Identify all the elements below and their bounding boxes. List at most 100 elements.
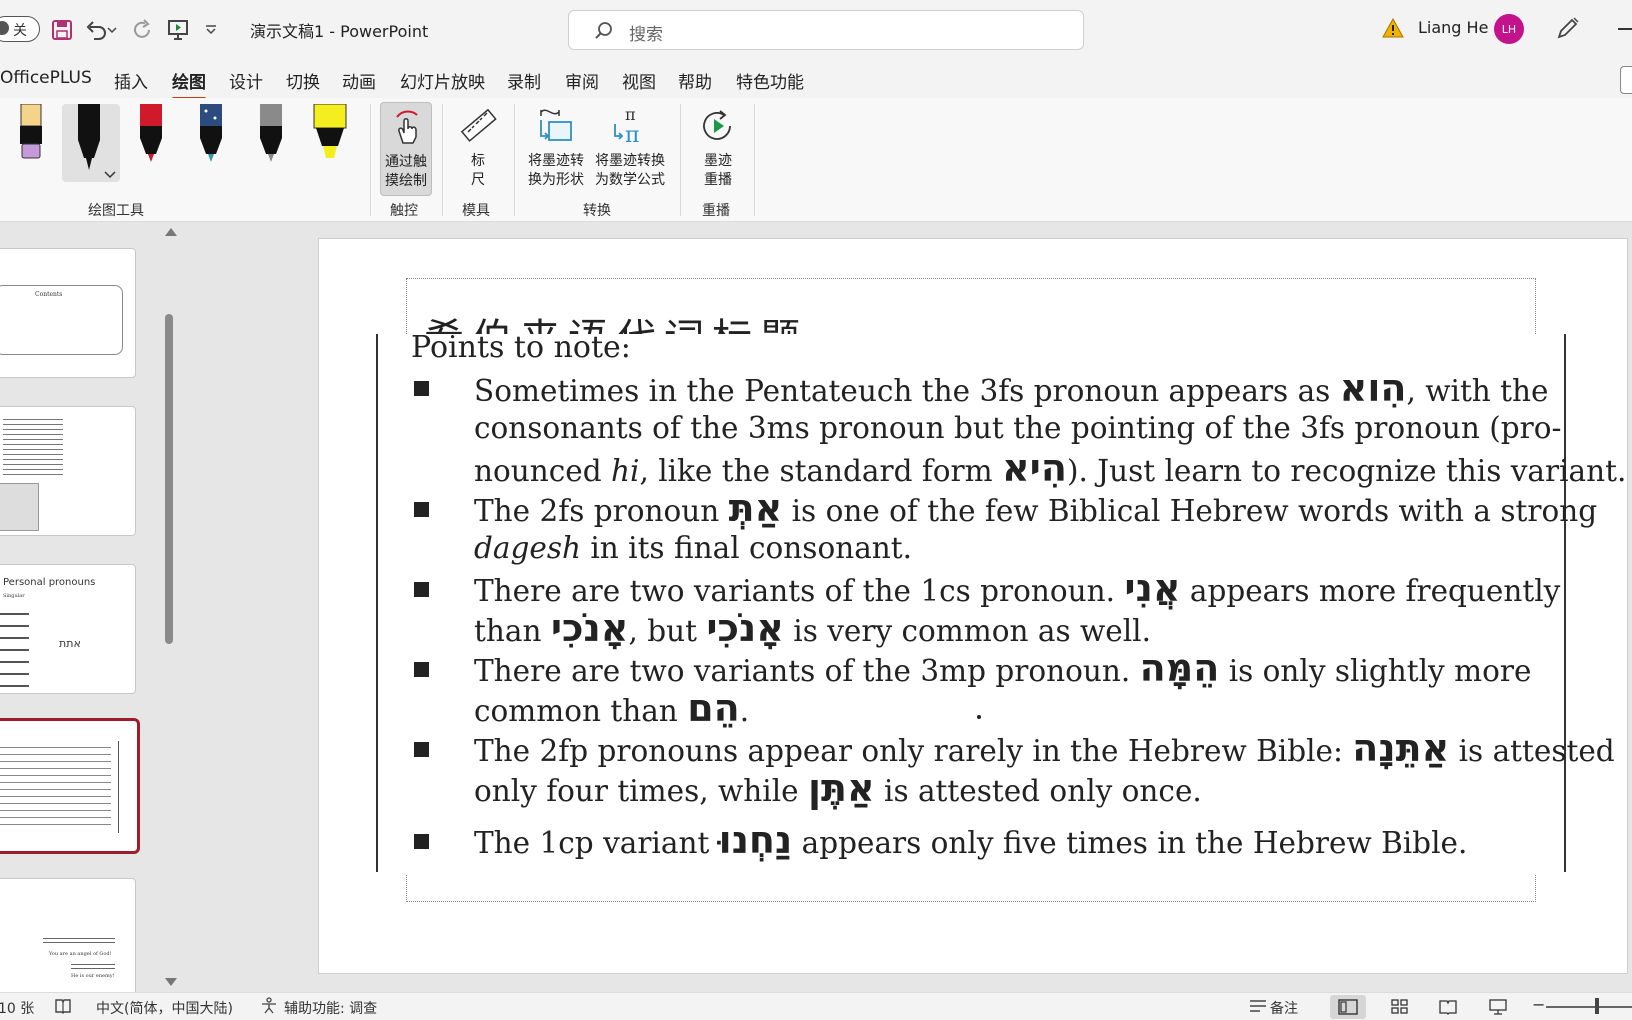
avatar[interactable]: LH <box>1494 14 1524 44</box>
thumb-caption: You are an angel of God! <box>49 951 112 957</box>
ink-to-shape-button[interactable]: 将墨迹转 换为形状 <box>522 104 590 192</box>
ink-to-shape-label-1: 将墨迹转 <box>528 153 584 169</box>
spell-check-icon[interactable] <box>54 997 72 1019</box>
slide-thumbnail-4-selected[interactable] <box>0 718 140 854</box>
search-box[interactable]: 搜索 <box>568 10 1084 50</box>
notes-icon[interactable] <box>1248 997 1268 1019</box>
thumb-rule <box>118 741 119 833</box>
scroll-down-arrow-icon[interactable] <box>165 978 177 986</box>
tab-transitions[interactable]: 切换 <box>286 68 320 93</box>
thumb-text-block <box>43 935 115 945</box>
redo-icon[interactable] <box>128 16 156 44</box>
group-label-convert: 转换 <box>583 203 611 219</box>
tab-slideshow[interactable]: 幻灯片放映 <box>400 68 485 93</box>
tab-animations[interactable]: 动画 <box>342 68 376 93</box>
thumb-image <box>0 483 39 531</box>
thumb-text-block <box>0 741 111 829</box>
tab-special-features[interactable]: 特色功能 <box>736 68 804 93</box>
tab-record[interactable]: 录制 <box>507 68 541 93</box>
highlighter-yellow-icon[interactable] <box>312 103 348 168</box>
comments-button[interactable] <box>1620 66 1632 94</box>
ink-to-shape-icon <box>522 106 590 152</box>
bullet-line: There are two variants of the 1cs pronou… <box>474 566 1561 610</box>
slide-thumbnail-2[interactable] <box>0 406 136 536</box>
tab-insert[interactable]: 插入 <box>114 68 148 93</box>
zoom-slider[interactable] <box>1546 1006 1632 1008</box>
ribbon-tabs: OfficePLUS 插入 绘图 设计 切换 动画 幻灯片放映 录制 审阅 视图… <box>0 58 1632 100</box>
bullet-line: nounced hi, like the standard form הִיא)… <box>474 446 1627 490</box>
save-icon[interactable] <box>48 16 76 44</box>
user-name[interactable]: Liang He <box>1418 18 1488 37</box>
bullet-square-icon <box>414 742 429 757</box>
ink-replay-button[interactable]: 墨迹 重播 <box>690 104 746 192</box>
bullet-line: There are two variants of the 3mp pronou… <box>474 646 1532 690</box>
bullet-line: Sometimes in the Pentateuch the 3fs pron… <box>474 366 1549 410</box>
accessibility-status[interactable]: 辅助功能: 调查 <box>284 998 377 1018</box>
pen-icon[interactable] <box>1554 16 1580 46</box>
minimize-button[interactable] <box>1618 28 1632 30</box>
language-indicator[interactable]: 中文(简体，中国大陆) <box>96 998 233 1018</box>
group-divider <box>514 104 515 216</box>
group-divider <box>754 104 755 216</box>
notes-button[interactable]: 备注 <box>1270 998 1298 1018</box>
zoom-out-icon[interactable]: − <box>1532 995 1545 1014</box>
autosave-label: 关 <box>13 23 27 39</box>
image-left-border <box>376 334 378 872</box>
ink-replay-label-2: 重播 <box>704 172 732 188</box>
group-label-drawing-tools: 绘图工具 <box>88 203 144 219</box>
ink-to-math-button[interactable]: ππ 将墨迹转换 为数学公式 <box>590 104 670 192</box>
scroll-thumb[interactable] <box>165 314 173 644</box>
present-from-start-icon[interactable] <box>164 16 192 44</box>
customize-toolbar-icon[interactable] <box>200 16 222 44</box>
scroll-up-arrow-icon[interactable] <box>165 228 177 236</box>
tab-officeplus[interactable]: OfficePLUS <box>0 68 92 88</box>
normal-view-icon[interactable] <box>1330 995 1366 1019</box>
ink-replay-label-1: 墨迹 <box>704 153 732 169</box>
draw-with-touch-button[interactable]: 通过触 摸绘制 <box>380 102 432 196</box>
bullet-line: than אָנֹכִי, but אָנֹכִי is very common… <box>474 606 1151 650</box>
slide-thumbnail-5[interactable]: You are an angel of God! He is our enemy… <box>0 878 136 998</box>
slide-thumbnail-1[interactable]: Contents <box>0 248 136 378</box>
group-divider <box>370 104 371 216</box>
search-placeholder: 搜索 <box>629 25 663 45</box>
touch-draw-icon <box>381 107 431 153</box>
zoom-slider-knob[interactable] <box>1595 998 1599 1014</box>
tab-design[interactable]: 设计 <box>229 68 263 93</box>
slideshow-view-icon[interactable] <box>1480 995 1516 1019</box>
pen-silver-icon[interactable] <box>256 104 286 168</box>
undo-dropdown-icon[interactable] <box>104 16 120 44</box>
pen-galaxy-icon[interactable] <box>196 104 226 168</box>
thumb-title: Contents <box>35 291 63 298</box>
group-label-touch: 触控 <box>390 203 418 219</box>
bullet-line: only four times, while אַתֶּן is atteste… <box>474 766 1202 810</box>
thumbnail-scrollbar[interactable] <box>162 226 177 990</box>
ink-to-shape-label-2: 换为形状 <box>528 172 584 188</box>
bullet-square-icon <box>414 662 429 677</box>
thumb-table <box>0 603 29 687</box>
pen-red-icon[interactable] <box>136 104 166 168</box>
tab-draw[interactable]: 绘图 <box>172 68 206 100</box>
slide-sorter-icon[interactable] <box>1382 995 1418 1019</box>
tab-view[interactable]: 视图 <box>622 68 656 93</box>
touch-draw-label-2: 摸绘制 <box>385 173 427 189</box>
title-bar: 关 演示文稿1 - PowerPoint 搜索 Liang He LH <box>0 0 1632 58</box>
document-title: 演示文稿1 - PowerPoint <box>250 22 429 41</box>
warning-icon[interactable] <box>1382 17 1404 42</box>
ruler-button[interactable]: 标 尺 <box>454 104 502 192</box>
search-icon <box>593 20 615 46</box>
group-label-replay: 重播 <box>702 203 730 219</box>
pen-options-chevron-icon[interactable] <box>104 164 116 183</box>
slide-thumbnail-3[interactable]: Personal pronouns Singular אתת <box>0 564 136 694</box>
accessibility-icon[interactable] <box>260 997 278 1019</box>
autosave-toggle[interactable]: 关 <box>0 16 40 42</box>
points-title: Points to note: <box>411 330 631 365</box>
bullet-line: consonants of the 3ms pronoun but the po… <box>474 411 1562 445</box>
highlighter-pale-icon[interactable] <box>16 103 46 168</box>
tab-review[interactable]: 审阅 <box>565 68 599 93</box>
tab-help[interactable]: 帮助 <box>678 68 712 93</box>
ink-replay-icon <box>690 106 746 152</box>
reading-view-icon[interactable] <box>1430 995 1466 1019</box>
image-right-border <box>1564 334 1566 872</box>
pen-black-icon[interactable] <box>74 104 104 178</box>
svg-text:π: π <box>625 106 636 124</box>
